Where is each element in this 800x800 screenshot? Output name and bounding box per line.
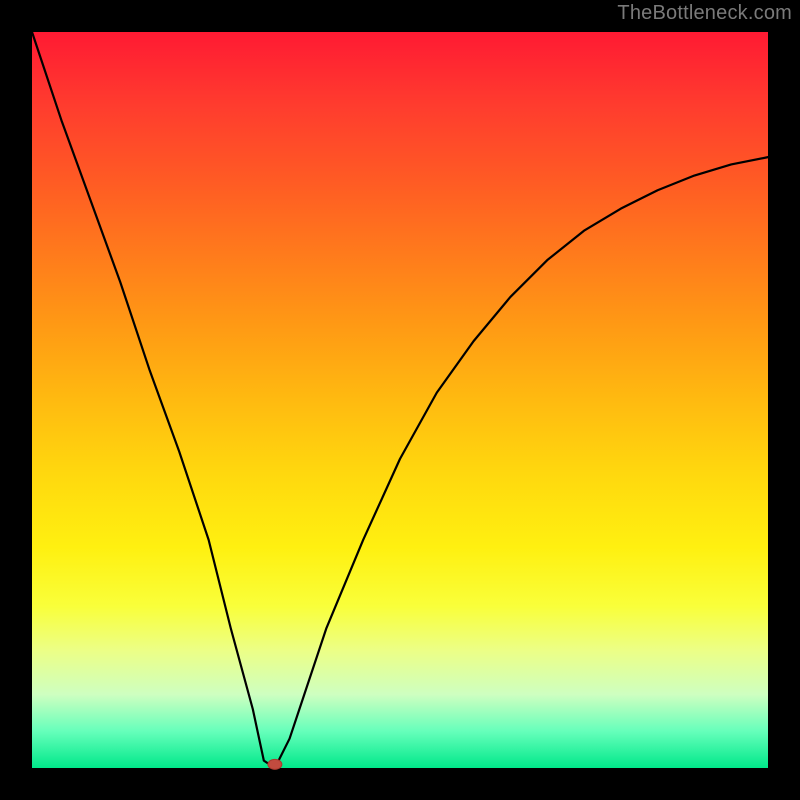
bottleneck-curve xyxy=(32,32,768,768)
chart-container: TheBottleneck.com xyxy=(0,0,800,800)
watermark-text: TheBottleneck.com xyxy=(617,2,792,25)
chart-svg xyxy=(32,32,768,768)
optimal-point-marker xyxy=(268,759,282,769)
